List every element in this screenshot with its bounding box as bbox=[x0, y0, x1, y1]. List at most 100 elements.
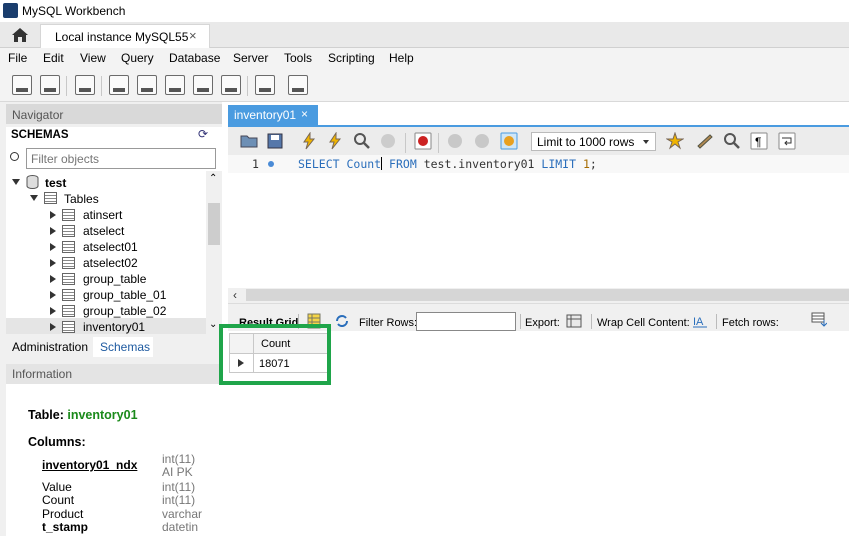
refresh-icon[interactable] bbox=[334, 313, 350, 329]
open-file-icon[interactable] bbox=[240, 132, 258, 150]
information-header: Information bbox=[6, 364, 222, 384]
editor-toolbar: Limit to 1000 rows ¶ bbox=[228, 125, 849, 155]
close-icon[interactable]: × bbox=[189, 28, 197, 43]
sql-statement[interactable]: SELECT Count FROM test.inventory01 LIMIT… bbox=[298, 157, 597, 171]
information-panel: Table: inventory01 Columns: inventory01_… bbox=[6, 384, 222, 536]
add-snippet-icon[interactable] bbox=[666, 132, 684, 150]
stop-icon[interactable] bbox=[379, 132, 397, 150]
refresh-icon[interactable]: ⟳ bbox=[198, 127, 208, 141]
column-type: datetin bbox=[162, 520, 199, 534]
table-name: group_table bbox=[83, 272, 147, 286]
sidebar-tabs: Administration Schemas bbox=[6, 337, 222, 357]
query-tab[interactable]: inventory01 × bbox=[228, 105, 318, 125]
inspector-icon[interactable] bbox=[75, 75, 95, 95]
sql-code-line[interactable]: 1 SELECT Count FROM test.inventory01 LIM… bbox=[228, 155, 849, 173]
close-icon[interactable]: × bbox=[301, 107, 308, 121]
wrap-lines-icon[interactable] bbox=[778, 132, 796, 150]
table-info-line: Table: inventory01 bbox=[28, 408, 138, 422]
chevron-right-icon[interactable] bbox=[50, 291, 56, 299]
chevron-right-icon[interactable] bbox=[50, 323, 56, 331]
filter-objects-input[interactable] bbox=[26, 148, 216, 169]
menu-edit[interactable]: Edit bbox=[43, 51, 64, 65]
connection-tab[interactable]: Local instance MySQL55 × bbox=[40, 24, 210, 48]
column-type: int(11) bbox=[162, 480, 196, 494]
scroll-left-icon[interactable]: ‹ bbox=[233, 288, 237, 302]
reconnect-icon[interactable] bbox=[288, 75, 308, 95]
menu-view[interactable]: View bbox=[80, 51, 106, 65]
chevron-right-icon[interactable] bbox=[50, 259, 56, 267]
explain-icon[interactable] bbox=[353, 132, 371, 150]
scroll-up-icon[interactable]: ⌃ bbox=[209, 173, 217, 184]
menu-server[interactable]: Server bbox=[233, 51, 268, 65]
tree-scrollbar[interactable]: ⌃ ⌄ bbox=[206, 171, 222, 334]
limit-rows-value: Limit to 1000 rows bbox=[537, 135, 635, 149]
create-table-icon[interactable] bbox=[137, 75, 157, 95]
table-icon bbox=[62, 305, 75, 317]
filter-rows-input[interactable] bbox=[416, 312, 516, 331]
toolbar-separator bbox=[438, 133, 439, 153]
create-procedure-icon[interactable] bbox=[193, 75, 213, 95]
beautify-icon[interactable] bbox=[696, 132, 714, 150]
menu-database[interactable]: Database bbox=[169, 51, 220, 65]
table-icon bbox=[62, 225, 75, 237]
editor-hscrollbar[interactable]: ‹ bbox=[228, 288, 849, 303]
find-icon[interactable] bbox=[723, 132, 741, 150]
mysql-workbench-icon bbox=[3, 3, 18, 18]
execute-current-icon[interactable] bbox=[326, 132, 344, 150]
toggle-error-icon[interactable] bbox=[414, 132, 432, 150]
table-list: atinsert atselect atselect01 atselect02 … bbox=[6, 171, 206, 334]
execute-icon[interactable] bbox=[300, 132, 318, 150]
home-button[interactable] bbox=[0, 22, 40, 48]
commit-icon[interactable] bbox=[446, 132, 464, 150]
create-schema-icon[interactable] bbox=[109, 75, 129, 95]
invisible-chars-icon[interactable]: ¶ bbox=[750, 132, 768, 150]
rollback-icon[interactable] bbox=[473, 132, 491, 150]
chevron-right-icon[interactable] bbox=[50, 243, 56, 251]
filter-rows-label: Filter Rows: bbox=[359, 317, 418, 329]
autocommit-icon[interactable] bbox=[500, 132, 518, 150]
new-sql-tab-icon[interactable] bbox=[12, 75, 32, 95]
sql-identifier: test.inventory01 bbox=[423, 157, 535, 171]
export-icon[interactable] bbox=[566, 313, 582, 329]
column-type: varchar bbox=[162, 507, 203, 521]
table-name: atinsert bbox=[83, 208, 123, 222]
create-function-icon[interactable] bbox=[221, 75, 241, 95]
scroll-track[interactable] bbox=[246, 289, 849, 301]
menu-tools[interactable]: Tools bbox=[284, 51, 312, 65]
table-icon bbox=[62, 321, 75, 333]
chevron-right-icon[interactable] bbox=[50, 227, 56, 235]
menu-query[interactable]: Query bbox=[121, 51, 154, 65]
create-view-icon[interactable] bbox=[165, 75, 185, 95]
table-icon bbox=[62, 289, 75, 301]
sql-keyword: FROM bbox=[389, 157, 417, 171]
wrap-cell-icon[interactable]: IA bbox=[692, 313, 708, 329]
open-sql-script-icon[interactable] bbox=[40, 75, 60, 95]
column-extra: AI PK bbox=[162, 465, 193, 479]
menu-help[interactable]: Help bbox=[389, 51, 414, 65]
scroll-down-icon[interactable]: ⌄ bbox=[209, 319, 217, 330]
table-name: atselect02 bbox=[83, 256, 138, 270]
tab-administration[interactable]: Administration bbox=[6, 337, 93, 357]
filter-bar bbox=[6, 145, 222, 171]
line-number: 1 bbox=[252, 157, 259, 171]
chevron-right-icon[interactable] bbox=[50, 211, 56, 219]
save-icon[interactable] bbox=[266, 132, 284, 150]
table-info-name: inventory01 bbox=[67, 408, 138, 422]
menu-scripting[interactable]: Scripting bbox=[328, 51, 375, 65]
menu-file[interactable]: File bbox=[8, 51, 27, 65]
statement-marker-icon bbox=[268, 161, 274, 167]
tab-schemas[interactable]: Schemas bbox=[93, 337, 153, 357]
navigator-title: Navigator bbox=[12, 108, 64, 122]
limit-rows-select[interactable]: Limit to 1000 rows bbox=[531, 132, 656, 151]
scroll-thumb[interactable] bbox=[208, 203, 220, 245]
chevron-right-icon[interactable] bbox=[50, 307, 56, 315]
search-table-data-icon[interactable] bbox=[255, 75, 275, 95]
toolbar-separator bbox=[716, 314, 717, 329]
text-cursor bbox=[381, 157, 383, 170]
chevron-down-icon bbox=[643, 140, 649, 144]
svg-text:IA: IA bbox=[693, 316, 704, 328]
chevron-right-icon[interactable] bbox=[50, 275, 56, 283]
home-icon bbox=[12, 28, 28, 42]
fetch-rows-icon[interactable] bbox=[811, 311, 827, 327]
sql-number: 1 bbox=[582, 157, 590, 171]
